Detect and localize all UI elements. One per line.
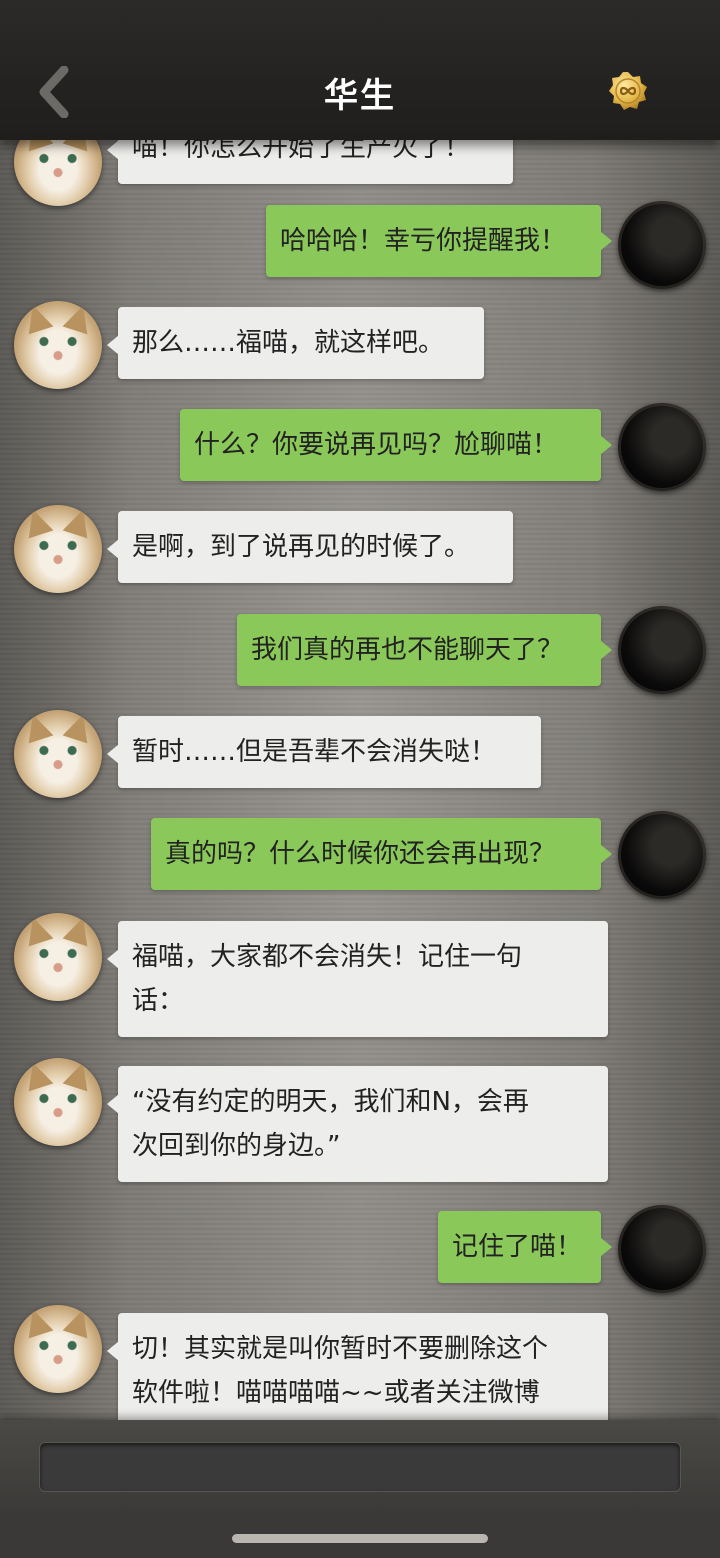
user-avatar[interactable] <box>618 1205 706 1293</box>
cat-avatar[interactable] <box>14 710 102 798</box>
message-text: 记住了喵！ <box>452 1232 583 1262</box>
message-text: 什么？你要说再见吗？尬聊喵！ <box>194 430 559 460</box>
app-screen: 喵！你怎么开始了生产火了！ 哈哈哈！幸亏你提醒我！ 那么……福喵，就这样吧。 什… <box>0 0 720 1558</box>
message-bubble-incoming[interactable]: “没有约定的明天，我们和N，会再 次回到你的身边。” <box>107 1066 608 1182</box>
message-bubble-outgoing[interactable]: 我们真的再也不能聊天了？ <box>237 614 612 686</box>
user-avatar[interactable] <box>618 201 706 289</box>
message-text: “没有约定的明天，我们和N，会再 次回到你的身边。” <box>132 1087 529 1161</box>
input-bar <box>0 1420 720 1512</box>
unlimited-coin-button[interactable] <box>608 71 648 111</box>
message-bubble-outgoing[interactable]: 记住了喵！ <box>438 1211 612 1283</box>
message-text: 我们真的再也不能聊天了？ <box>251 635 564 665</box>
chat-area[interactable]: 喵！你怎么开始了生产火了！ 哈哈哈！幸亏你提醒我！ 那么……福喵，就这样吧。 什… <box>0 0 720 1420</box>
user-avatar[interactable] <box>618 606 706 694</box>
message-bubble-outgoing[interactable]: 真的吗？什么时候你还会再出现？ <box>151 818 612 890</box>
message-text: 切！其实就是叫你暂时不要删除这个 软件啦！喵喵喵喵~~或者关注微博 <box>132 1334 549 1408</box>
nav-bar: 华生 <box>0 0 720 140</box>
message-bubble-incoming[interactable]: 那么……福喵，就这样吧。 <box>107 307 484 379</box>
cat-avatar[interactable] <box>14 913 102 1001</box>
message-text: 福喵，大家都不会消失！记住一句 话： <box>132 942 523 1016</box>
message-bubble-incoming[interactable]: 暂时……但是吾辈不会消失哒！ <box>107 716 541 788</box>
message-text: 那么……福喵，就这样吧。 <box>132 328 445 358</box>
infinity-coin-icon <box>608 72 648 115</box>
cat-avatar[interactable] <box>14 1305 102 1393</box>
message-bubble-incoming[interactable]: 福喵，大家都不会消失！记住一句 话： <box>107 921 608 1037</box>
message-bubble-outgoing[interactable]: 哈哈哈！幸亏你提醒我！ <box>266 205 612 277</box>
message-bubble-outgoing[interactable]: 什么？你要说再见吗？尬聊喵！ <box>180 409 612 481</box>
home-indicator-area <box>0 1512 720 1558</box>
message-text: 是啊，到了说再见的时候了。 <box>132 532 471 562</box>
message-input[interactable] <box>39 1442 681 1492</box>
cat-avatar[interactable] <box>14 301 102 389</box>
message-text: 哈哈哈！幸亏你提醒我！ <box>280 226 567 256</box>
home-indicator[interactable] <box>232 1534 488 1543</box>
cat-avatar[interactable] <box>14 505 102 593</box>
cat-avatar[interactable] <box>14 1058 102 1146</box>
message-text: 真的吗？什么时候你还会再出现？ <box>165 839 556 869</box>
message-bubble-incoming[interactable]: 是啊，到了说再见的时候了。 <box>107 511 513 583</box>
message-text: 暂时……但是吾辈不会消失哒！ <box>132 737 497 767</box>
user-avatar[interactable] <box>618 811 706 899</box>
user-avatar[interactable] <box>618 403 706 491</box>
message-bubble-incoming[interactable]: 切！其实就是叫你暂时不要删除这个 软件啦！喵喵喵喵~~或者关注微博 <box>107 1313 608 1420</box>
